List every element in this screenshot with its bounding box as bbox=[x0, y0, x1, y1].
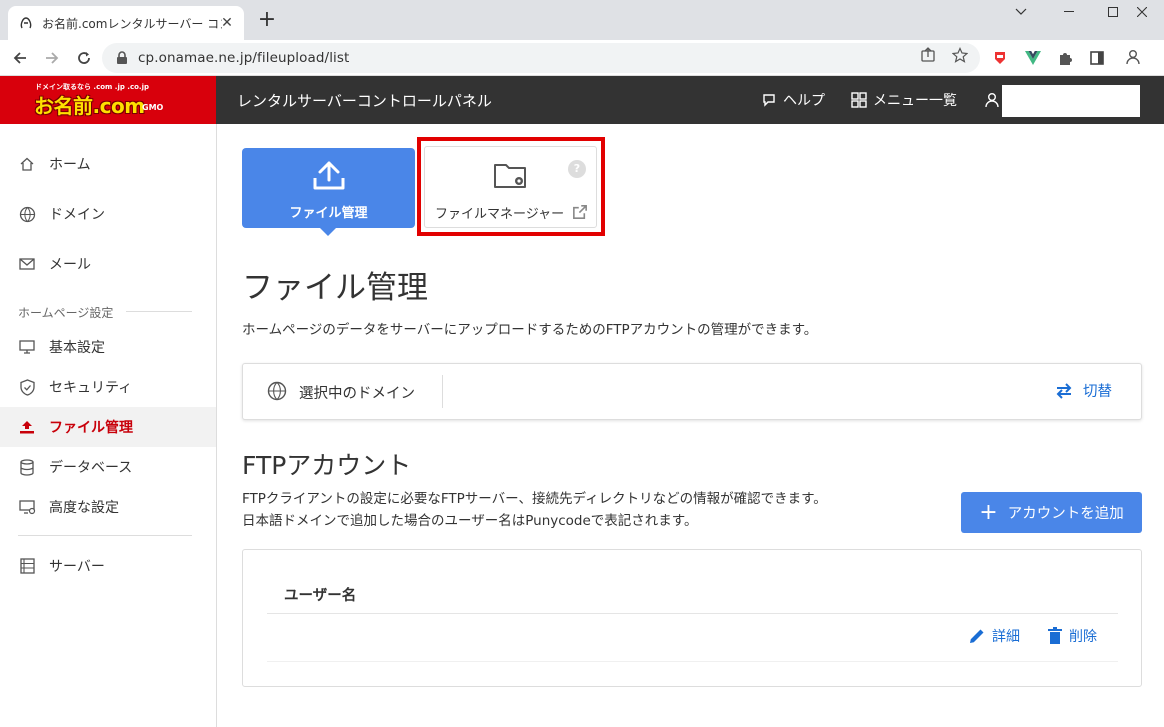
back-arrow-icon[interactable] bbox=[8, 46, 32, 70]
address-bar[interactable]: cp.onamae.ne.jp/fileupload/list bbox=[102, 43, 980, 73]
add-account-label: アカウントを追加 bbox=[1007, 506, 1124, 522]
chevron-down-icon[interactable] bbox=[998, 0, 1044, 24]
username-column-header: ユーザー名 bbox=[284, 588, 357, 604]
app-header: ドメイン取るなら .com .jp .co.jp お名前.com GMO レンタ… bbox=[0, 76, 1164, 124]
sidebar-group-label: ホームページ設定 bbox=[18, 306, 114, 320]
tab-close-icon[interactable]: ✕ bbox=[218, 14, 236, 32]
switch-domain-button[interactable]: 切替 bbox=[1055, 380, 1112, 401]
www-icon bbox=[18, 205, 36, 223]
detail-button[interactable]: 詳細 bbox=[968, 626, 1020, 646]
help-label: ヘルプ bbox=[783, 93, 825, 109]
monitor-icon bbox=[18, 338, 36, 356]
minimize-button[interactable] bbox=[1046, 0, 1092, 24]
bookmark-star-icon[interactable] bbox=[952, 47, 968, 63]
favicon-icon bbox=[18, 15, 34, 31]
side-panel-icon[interactable] bbox=[1089, 50, 1105, 66]
upload-icon bbox=[313, 161, 345, 190]
plus-icon: + bbox=[979, 499, 998, 525]
help-link[interactable]: ヘルプ bbox=[761, 90, 825, 110]
home-icon bbox=[18, 155, 36, 173]
sidebar-item-label: ファイル管理 bbox=[49, 420, 133, 436]
page-title: ファイル管理 bbox=[242, 270, 428, 306]
browser-tab[interactable]: お名前.comレンタルサーバー コントロー ✕ bbox=[8, 6, 244, 40]
ftp-account-table: ユーザー名 詳細 削除 bbox=[242, 549, 1142, 687]
vue-devtools-icon[interactable] bbox=[1025, 50, 1041, 66]
forward-arrow-icon[interactable] bbox=[40, 46, 64, 70]
sidebar-item-label: セキュリティ bbox=[49, 380, 133, 396]
help-chat-icon bbox=[763, 94, 775, 107]
sidebar: ホーム ドメイン メール ホームページ設定 基本設定 セキュリティ ファイル管理… bbox=[0, 124, 217, 727]
table-row-divider bbox=[267, 661, 1118, 662]
browser-tabstrip: お名前.comレンタルサーバー コントロー ✕ + bbox=[0, 0, 1164, 40]
sidebar-item-label: ホーム bbox=[49, 157, 91, 173]
page-description: ホームページのデータをサーバーにアップロードするためのFTPアカウントの管理がで… bbox=[242, 322, 818, 338]
advanced-icon bbox=[18, 498, 36, 516]
database-icon bbox=[18, 458, 36, 476]
detail-label: 詳細 bbox=[992, 629, 1020, 645]
sidebar-item-server[interactable]: サーバー bbox=[0, 546, 216, 586]
sidebar-item-label: サーバー bbox=[49, 559, 105, 575]
app-title: レンタルサーバーコントロールパネル bbox=[237, 92, 492, 110]
selected-domain-label: 選択中のドメイン bbox=[299, 386, 415, 402]
domain-selector-bar: 選択中のドメイン 切替 bbox=[242, 363, 1142, 420]
logo-gmo: GMO bbox=[142, 103, 164, 112]
swap-arrows-icon bbox=[1056, 382, 1072, 399]
trash-icon bbox=[1048, 627, 1062, 644]
www-icon bbox=[267, 381, 287, 401]
sidebar-item-label: データベース bbox=[49, 460, 133, 476]
tile-pointer bbox=[319, 227, 337, 236]
pencil-icon bbox=[970, 629, 984, 643]
file-management-tile[interactable]: ファイル管理 bbox=[242, 148, 415, 228]
browser-account-icon[interactable] bbox=[1125, 49, 1141, 65]
switch-domain-label: 切替 bbox=[1083, 384, 1112, 400]
window-close-button[interactable] bbox=[1120, 0, 1164, 24]
sidebar-item-mail[interactable]: メール bbox=[0, 244, 216, 284]
sidebar-item-domain[interactable]: ドメイン bbox=[0, 194, 216, 234]
sidebar-item-label: 高度な設定 bbox=[49, 500, 119, 516]
add-account-button[interactable]: + アカウントを追加 bbox=[961, 492, 1142, 533]
delete-label: 削除 bbox=[1069, 629, 1097, 645]
highlight-frame bbox=[417, 137, 605, 236]
shield-icon bbox=[18, 378, 36, 396]
lock-icon bbox=[117, 51, 127, 64]
sidebar-item-label: 基本設定 bbox=[49, 340, 105, 356]
sidebar-divider bbox=[18, 535, 192, 536]
ftp-section-title: FTPアカウント bbox=[242, 451, 412, 480]
ftp-description-line-2: 日本語ドメインで追加した場合のユーザー名はPunycodeで表記されます。 bbox=[242, 513, 698, 529]
extension-shield-icon[interactable] bbox=[992, 50, 1008, 66]
domain-bar-separator bbox=[442, 375, 443, 408]
upload-icon bbox=[18, 418, 36, 436]
reload-icon[interactable] bbox=[72, 46, 96, 70]
file-management-tile-label: ファイル管理 bbox=[289, 206, 368, 221]
ftp-section-description: FTPクライアントの設定に必要なFTPサーバー、接続先ディレクトリなどの情報が確… bbox=[242, 488, 827, 532]
sidebar-item-label: ドメイン bbox=[49, 207, 105, 223]
sidebar-item-basic-settings[interactable]: 基本設定 bbox=[0, 327, 216, 367]
sidebar-item-advanced-settings[interactable]: 高度な設定 bbox=[0, 487, 216, 527]
sidebar-item-security[interactable]: セキュリティ bbox=[0, 367, 216, 407]
sidebar-group-divider bbox=[126, 311, 192, 312]
table-header-divider bbox=[267, 613, 1118, 614]
ftp-description-line-1: FTPクライアントの設定に必要なFTPサーバー、接続先ディレクトリなどの情報が確… bbox=[242, 491, 827, 507]
server-icon bbox=[18, 557, 36, 575]
menu-label: メニュー一覧 bbox=[873, 93, 957, 109]
tab-title: お名前.comレンタルサーバー コントロー bbox=[42, 16, 222, 31]
browser-toolbar: cp.onamae.ne.jp/fileupload/list bbox=[0, 40, 1164, 76]
user-name-box[interactable] bbox=[1002, 85, 1140, 117]
puzzle-extensions-icon[interactable] bbox=[1057, 50, 1073, 66]
new-tab-button[interactable]: + bbox=[256, 9, 278, 31]
delete-button[interactable]: 削除 bbox=[1047, 626, 1097, 646]
mail-icon bbox=[18, 255, 36, 273]
logo-wordmark: お名前.com bbox=[34, 94, 145, 118]
share-icon[interactable] bbox=[920, 47, 936, 63]
sidebar-item-database[interactable]: データベース bbox=[0, 447, 216, 487]
url-text: cp.onamae.ne.jp/fileupload/list bbox=[138, 50, 350, 66]
menu-list-link[interactable]: メニュー一覧 bbox=[851, 90, 957, 110]
sidebar-item-file-management[interactable]: ファイル管理 bbox=[0, 407, 216, 447]
sidebar-item-label: メール bbox=[49, 257, 91, 273]
onamae-logo[interactable]: ドメイン取るなら .com .jp .co.jp お名前.com GMO bbox=[0, 76, 216, 124]
grid-icon bbox=[851, 92, 867, 108]
sidebar-item-home[interactable]: ホーム bbox=[0, 144, 216, 184]
